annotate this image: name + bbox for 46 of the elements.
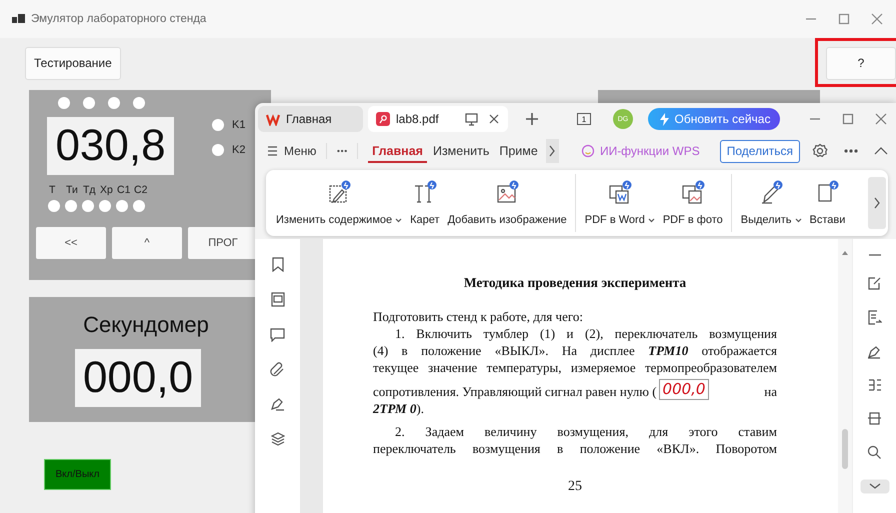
power-button[interactable]: Вкл/Выкл	[44, 459, 111, 490]
display-readout: 030,8	[47, 117, 174, 175]
ribbon-tab[interactable]: Главная	[368, 139, 427, 163]
ribbon-tool[interactable]: Выделить	[736, 180, 806, 226]
panel-button[interactable]: ПРОГ	[188, 227, 258, 259]
help-button[interactable]: ?	[826, 46, 896, 80]
text-line: текущее значение температуры, измеряемое термопреобразователем	[373, 359, 777, 376]
ribbon-tool[interactable]: PDF в фото	[658, 174, 732, 232]
ribbon-tool[interactable]: Добавить изображение	[444, 174, 576, 232]
mode-label: С1	[117, 184, 132, 196]
section-heading: Методика проведения эксперимента	[462, 275, 688, 291]
stopwatch-title: Секундомер	[82, 311, 210, 338]
panel-button[interactable]: <<	[36, 227, 106, 259]
text-line: переключатель возмущения в положение «ВКЛ». Поворотом	[373, 440, 777, 457]
mode-label: Ти	[66, 184, 79, 196]
channel-label: K2	[232, 144, 246, 156]
ribbon-tool[interactable]: PDF в Word	[580, 180, 659, 226]
text-line: (4) в положение «ВЫКЛ». На дисплее ТРМ10 отображается	[373, 342, 777, 359]
ribbon-tool[interactable]: Изменить содержимое	[272, 180, 406, 226]
document-tab[interactable]: Главная	[258, 106, 363, 132]
ribbon-tab[interactable]: Приме	[495, 139, 542, 163]
ribbon-tool[interactable]: Карет	[406, 180, 444, 226]
text-line: Подготовить стенд к работе, для чего:	[373, 308, 584, 325]
ribbon-tool[interactable]: Встави	[806, 180, 850, 226]
mode-label: Т	[49, 184, 56, 196]
mode-label: С2	[134, 184, 148, 196]
text-line: 1. Включить тумблер (1) и (2), переключатель возмущения	[394, 325, 777, 342]
menu-button[interactable]: Меню	[267, 144, 316, 158]
text-line: 2ТРМ 0).	[373, 400, 425, 417]
page-number: 25	[567, 479, 583, 495]
update-button[interactable]: Обновить сейчас	[648, 108, 780, 130]
stopwatch-readout: 000,0	[75, 349, 201, 407]
window-title: Эмулятор лабораторного стенда	[31, 13, 206, 25]
text-line: сопротивления. Управляющий сигнал равен нулю (	[373, 383, 657, 400]
ribbon-tab[interactable]: Изменить	[428, 139, 494, 163]
mode-label: Хр	[100, 184, 114, 196]
display-readout: 000,0	[658, 379, 710, 400]
mode-label: Тд	[83, 184, 97, 196]
view-badge[interactable]: 1	[577, 113, 591, 125]
channel-label: K1	[232, 119, 246, 131]
document-tab[interactable]: lab8.pdf	[368, 106, 508, 132]
testing-button[interactable]: Тестирование	[25, 46, 121, 80]
share-button[interactable]: Поделиться	[720, 140, 800, 162]
text-line: 2. Задаем величину возмущения, для этого ставим	[394, 423, 777, 440]
text-line: на	[764, 383, 777, 400]
panel-button[interactable]: ^	[112, 227, 182, 259]
